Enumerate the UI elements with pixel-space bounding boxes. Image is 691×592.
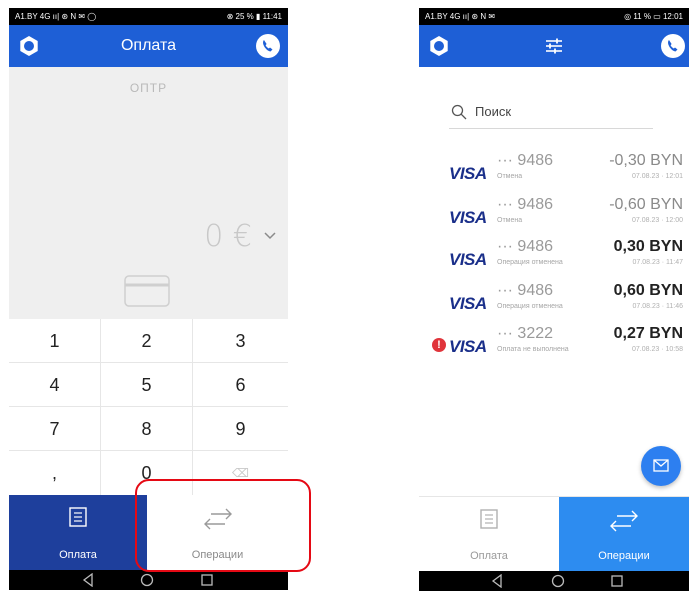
key-8[interactable]: 8 <box>101 407 193 451</box>
operations-screen: A1.BY 4G ıı| ⊛ Ν ✉ ◎ 11 % ▭ 12:01 VISA <box>419 8 689 592</box>
transaction-row[interactable]: VISA ··· 9486 Операция отменена 0,60 BYN… <box>419 282 689 322</box>
send-report-button[interactable] <box>641 446 681 486</box>
merchant-name: ОПТР <box>129 81 168 95</box>
status-right: ⊗ 25 % ▮ 11:41 <box>226 12 282 21</box>
visa-logo: VISA <box>449 164 487 183</box>
key-5[interactable]: 5 <box>101 363 193 407</box>
mail-icon <box>653 459 669 472</box>
transaction-status: Отмена <box>497 173 523 180</box>
amount-display: ОПТР 0 € <box>9 67 288 319</box>
app-header <box>419 25 689 67</box>
status-left: A1.BY 4G ıı| ⊛ Ν ✉ <box>425 12 496 21</box>
card-icon[interactable] <box>124 275 170 307</box>
status-bar: A1.BY 4G ıı| ⊛ Ν ✉ ◎ 11 % ▭ 12:01 <box>419 8 689 25</box>
transaction-amount: 0,27 BYN <box>613 325 683 342</box>
transaction-amount: -0,30 BYN <box>609 152 683 169</box>
amount-value: 0 € <box>204 219 252 254</box>
status-left: A1.BY 4G ıı| ⊛ Ν ✉ ◯ <box>15 12 97 21</box>
phone-icon[interactable] <box>256 34 280 58</box>
key-4[interactable]: 4 <box>9 363 101 407</box>
key-9[interactable]: 9 <box>193 407 288 451</box>
key-comma[interactable]: , <box>9 451 101 495</box>
card-number: ··· 3222 <box>497 325 554 342</box>
receipt-icon <box>69 507 87 527</box>
transaction-row[interactable]: ! VISA ··· 3222 Оплата не выполнена 0,27… <box>419 325 689 365</box>
card-number: ··· 9486 <box>497 152 554 169</box>
transaction-status: Операция отменена <box>497 303 563 310</box>
key-1[interactable]: 1 <box>9 319 101 363</box>
status-bar: A1.BY 4G ıı| ⊛ Ν ✉ ◯ ⊗ 25 % ▮ 11:41 <box>9 8 288 25</box>
visa-logo: VISA <box>449 337 487 356</box>
visa-logo: VISA <box>449 294 487 313</box>
transaction-status: Операция отменена <box>497 259 563 266</box>
transaction-date: 07.08.23 · 11:47 <box>632 259 683 266</box>
back-icon[interactable] <box>82 573 94 587</box>
back-icon[interactable] <box>491 574 503 588</box>
tab-payment-label: Оплата <box>470 550 508 562</box>
gear-icon[interactable] <box>427 34 451 58</box>
transaction-date: 07.08.23 · 10:58 <box>632 346 683 353</box>
visa-logo: VISA <box>449 250 487 269</box>
transaction-date: 07.08.23 · 11:46 <box>632 303 683 310</box>
card-number: ··· 9486 <box>497 196 554 213</box>
key-3[interactable]: 3 <box>193 319 288 363</box>
home-icon[interactable] <box>140 573 154 587</box>
highlight-annotation <box>135 479 311 572</box>
card-number: ··· 9486 <box>497 238 554 255</box>
chevron-down-icon[interactable] <box>262 227 278 243</box>
tab-payment[interactable]: Оплата <box>419 497 559 571</box>
transfer-arrows-icon <box>610 510 638 532</box>
transaction-date: 07.08.23 · 12:00 <box>632 217 683 224</box>
filter-sliders-icon[interactable] <box>542 34 566 58</box>
tab-payment-label: Оплата <box>59 549 97 561</box>
key-6[interactable]: 6 <box>193 363 288 407</box>
bottom-tab-bar: Оплата Операции <box>419 496 689 571</box>
transaction-amount: -0,60 BYN <box>609 196 683 213</box>
search-input[interactable] <box>473 103 647 120</box>
transaction-amount: 0,30 BYN <box>613 238 683 255</box>
app-header: Оплата <box>9 25 288 67</box>
transaction-row[interactable]: VISA ··· 9486 Отмена -0,30 BYN 07.08.23 … <box>419 152 689 192</box>
recents-icon[interactable] <box>610 574 624 588</box>
home-icon[interactable] <box>551 574 565 588</box>
search-bar <box>449 98 653 129</box>
keypad: 1 2 3 4 5 6 7 8 9 , 0 ⌫ <box>9 319 288 496</box>
phone-icon[interactable] <box>661 34 685 58</box>
key-2[interactable]: 2 <box>101 319 193 363</box>
transaction-row[interactable]: VISA ··· 9486 Отмена -0,60 BYN 07.08.23 … <box>419 196 689 236</box>
tab-operations[interactable]: Операции <box>559 497 689 571</box>
tab-payment[interactable]: Оплата <box>9 495 147 570</box>
recents-icon[interactable] <box>200 573 214 587</box>
android-nav-bar <box>9 570 288 590</box>
status-right: ◎ 11 % ▭ 12:01 <box>624 12 683 21</box>
tab-operations-label: Операции <box>598 550 650 562</box>
transaction-status: Отмена <box>497 217 523 224</box>
transaction-status: Оплата не выполнена <box>497 346 569 353</box>
android-nav-bar <box>419 571 689 591</box>
visa-logo: VISA <box>449 208 487 227</box>
search-icon[interactable] <box>451 104 467 120</box>
error-alert-icon: ! <box>432 338 446 352</box>
transaction-date: 07.08.23 · 12:01 <box>632 173 683 180</box>
page-title: Оплата <box>120 37 177 54</box>
receipt-icon <box>480 509 498 529</box>
key-7[interactable]: 7 <box>9 407 101 451</box>
transaction-row[interactable]: VISA ··· 9486 Операция отменена 0,30 BYN… <box>419 238 689 278</box>
card-number: ··· 9486 <box>497 282 554 299</box>
transaction-amount: 0,60 BYN <box>613 282 683 299</box>
